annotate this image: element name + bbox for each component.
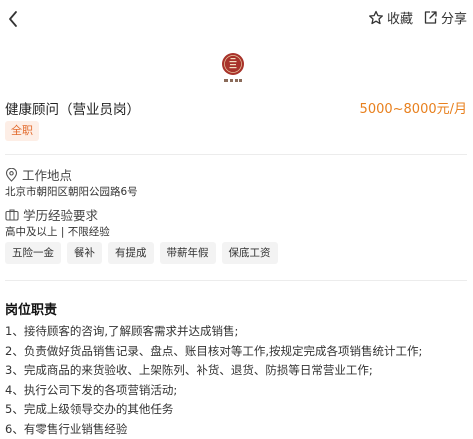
requirements-heading: 学历经验要求 [5, 205, 98, 224]
collect-button[interactable]: 收藏 [368, 8, 413, 27]
benefit-tag: 餐补 [67, 242, 102, 264]
top-bar: 收藏 分享 [0, 0, 473, 38]
share-button[interactable]: 分享 [423, 8, 467, 27]
back-button[interactable] [4, 6, 26, 32]
company-logo [221, 52, 245, 86]
location-heading: 工作地点 [5, 165, 72, 184]
header-actions: 收藏 分享 [368, 8, 467, 27]
divider [5, 280, 467, 281]
job-title: 健康顾问（营业员岗） [5, 98, 140, 118]
duty-item: 3、完成商品的来货验收、上架陈列、补货、退货、防损等日常营业工作; [5, 361, 422, 381]
salary: 5000~8000元/月 [360, 98, 467, 117]
benefit-tag: 五险一金 [5, 242, 61, 264]
duties-list: 1、接待顾客的咨询,了解顾客需求并达成销售; 2、负责做好货品销售记录、盘点、账… [5, 322, 422, 439]
requirements-value: 高中及以上 | 不限经验 [5, 224, 110, 239]
chevron-left-icon [4, 6, 26, 32]
duty-item: 4、执行公司下发的各项营销活动; [5, 381, 422, 401]
benefit-tags: 五险一金 餐补 有提成 带薪年假 保底工资 [5, 242, 278, 264]
duties-heading: 岗位职责 [5, 299, 57, 318]
briefcase-icon [5, 208, 19, 221]
share-label: 分享 [441, 8, 467, 27]
benefit-tag: 有提成 [108, 242, 154, 264]
job-title-row: 健康顾问（营业员岗） 5000~8000元/月 [5, 98, 467, 118]
location-pin-icon [5, 168, 18, 182]
star-outline-icon [368, 10, 384, 26]
share-icon [423, 10, 438, 25]
job-type-tag: 全职 [5, 121, 39, 141]
duty-item: 1、接待顾客的咨询,了解顾客需求并达成销售; [5, 322, 422, 342]
divider [5, 154, 467, 155]
benefit-tag: 带薪年假 [160, 242, 216, 264]
collect-label: 收藏 [387, 8, 413, 27]
benefit-tag: 保底工资 [222, 242, 278, 264]
duty-item: 2、负责做好货品销售记录、盘点、账目核对等工作,按规定完成各项销售统计工作; [5, 342, 422, 362]
duty-item: 6、有零售行业销售经验 [5, 420, 422, 439]
requirements-heading-label: 学历经验要求 [23, 205, 98, 224]
location-heading-label: 工作地点 [22, 165, 72, 184]
location-address: 北京市朝阳区朝阳公园路6号 [5, 184, 138, 199]
duty-item: 5、完成上级领导交办的其他任务 [5, 400, 422, 420]
